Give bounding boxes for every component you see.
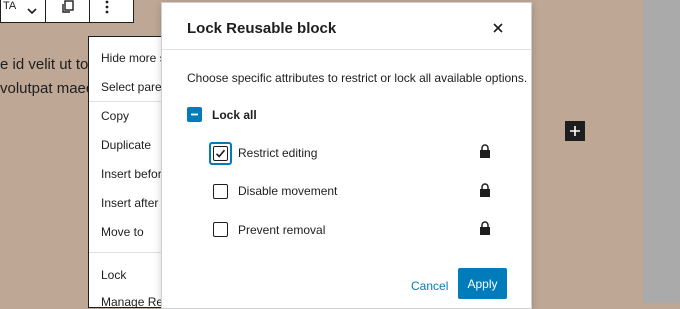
- block-toolbar: TA: [0, 0, 134, 23]
- disable-movement-label: Disable movement: [238, 184, 338, 198]
- modal-title: Lock Reusable block: [187, 20, 337, 37]
- minus-icon: [191, 113, 198, 116]
- close-button[interactable]: [487, 17, 509, 39]
- close-icon: [493, 23, 503, 33]
- prevent-removal-label: Prevent removal: [238, 223, 326, 237]
- paragraph-text-line: volutpat maec: [0, 80, 94, 97]
- more-vertical-icon[interactable]: [95, 0, 119, 22]
- lock-all-checkbox[interactable]: [187, 107, 202, 122]
- restrict-editing-checkbox[interactable]: [213, 146, 228, 161]
- lock-icon: [480, 144, 490, 158]
- toolbar-divider: [89, 0, 90, 22]
- toolbar-divider: [45, 0, 46, 22]
- modal-header-divider: [162, 49, 531, 50]
- lock-icon: [480, 183, 490, 197]
- menu-divider: [89, 101, 163, 102]
- restrict-editing-label: Restrict editing: [238, 146, 318, 160]
- add-block-button[interactable]: [565, 121, 585, 141]
- lock-icon: [480, 221, 490, 235]
- menu-item-move-to[interactable]: Move to: [101, 225, 144, 239]
- cancel-button[interactable]: Cancel: [405, 271, 454, 301]
- menu-item-insert-after[interactable]: Insert after: [101, 196, 158, 210]
- lock-all-label: Lock all: [212, 108, 257, 122]
- apply-button[interactable]: Apply: [458, 268, 507, 299]
- menu-item-lock[interactable]: Lock: [101, 268, 126, 282]
- paragraph-text-line: e id velit ut tor: [0, 56, 94, 73]
- disable-movement-checkbox[interactable]: [213, 184, 228, 199]
- editor-sidebar-edge: [643, 0, 680, 303]
- menu-divider: [89, 252, 163, 253]
- plus-icon: [570, 126, 580, 136]
- menu-item-manage-reusable[interactable]: Manage Re: [101, 295, 163, 307]
- copy-icon[interactable]: [56, 0, 80, 22]
- menu-item-hide-more-settings[interactable]: Hide more s: [101, 51, 163, 65]
- checkmark-icon: [215, 149, 226, 158]
- prevent-removal-checkbox[interactable]: [213, 222, 228, 237]
- block-options-menu: Hide more s Select paren Copy Duplicate …: [88, 36, 164, 308]
- menu-item-copy[interactable]: Copy: [101, 109, 129, 123]
- chevron-down-icon[interactable]: [23, 0, 41, 22]
- menu-item-insert-before[interactable]: Insert before: [101, 167, 163, 181]
- menu-item-select-parent[interactable]: Select paren: [101, 80, 163, 94]
- modal-description: Choose specific attributes to restrict o…: [187, 71, 528, 85]
- lock-block-modal: Lock Reusable block Choose specific attr…: [161, 2, 532, 309]
- toolbar-text-fragment: TA: [3, 0, 17, 12]
- menu-item-duplicate[interactable]: Duplicate: [101, 138, 151, 152]
